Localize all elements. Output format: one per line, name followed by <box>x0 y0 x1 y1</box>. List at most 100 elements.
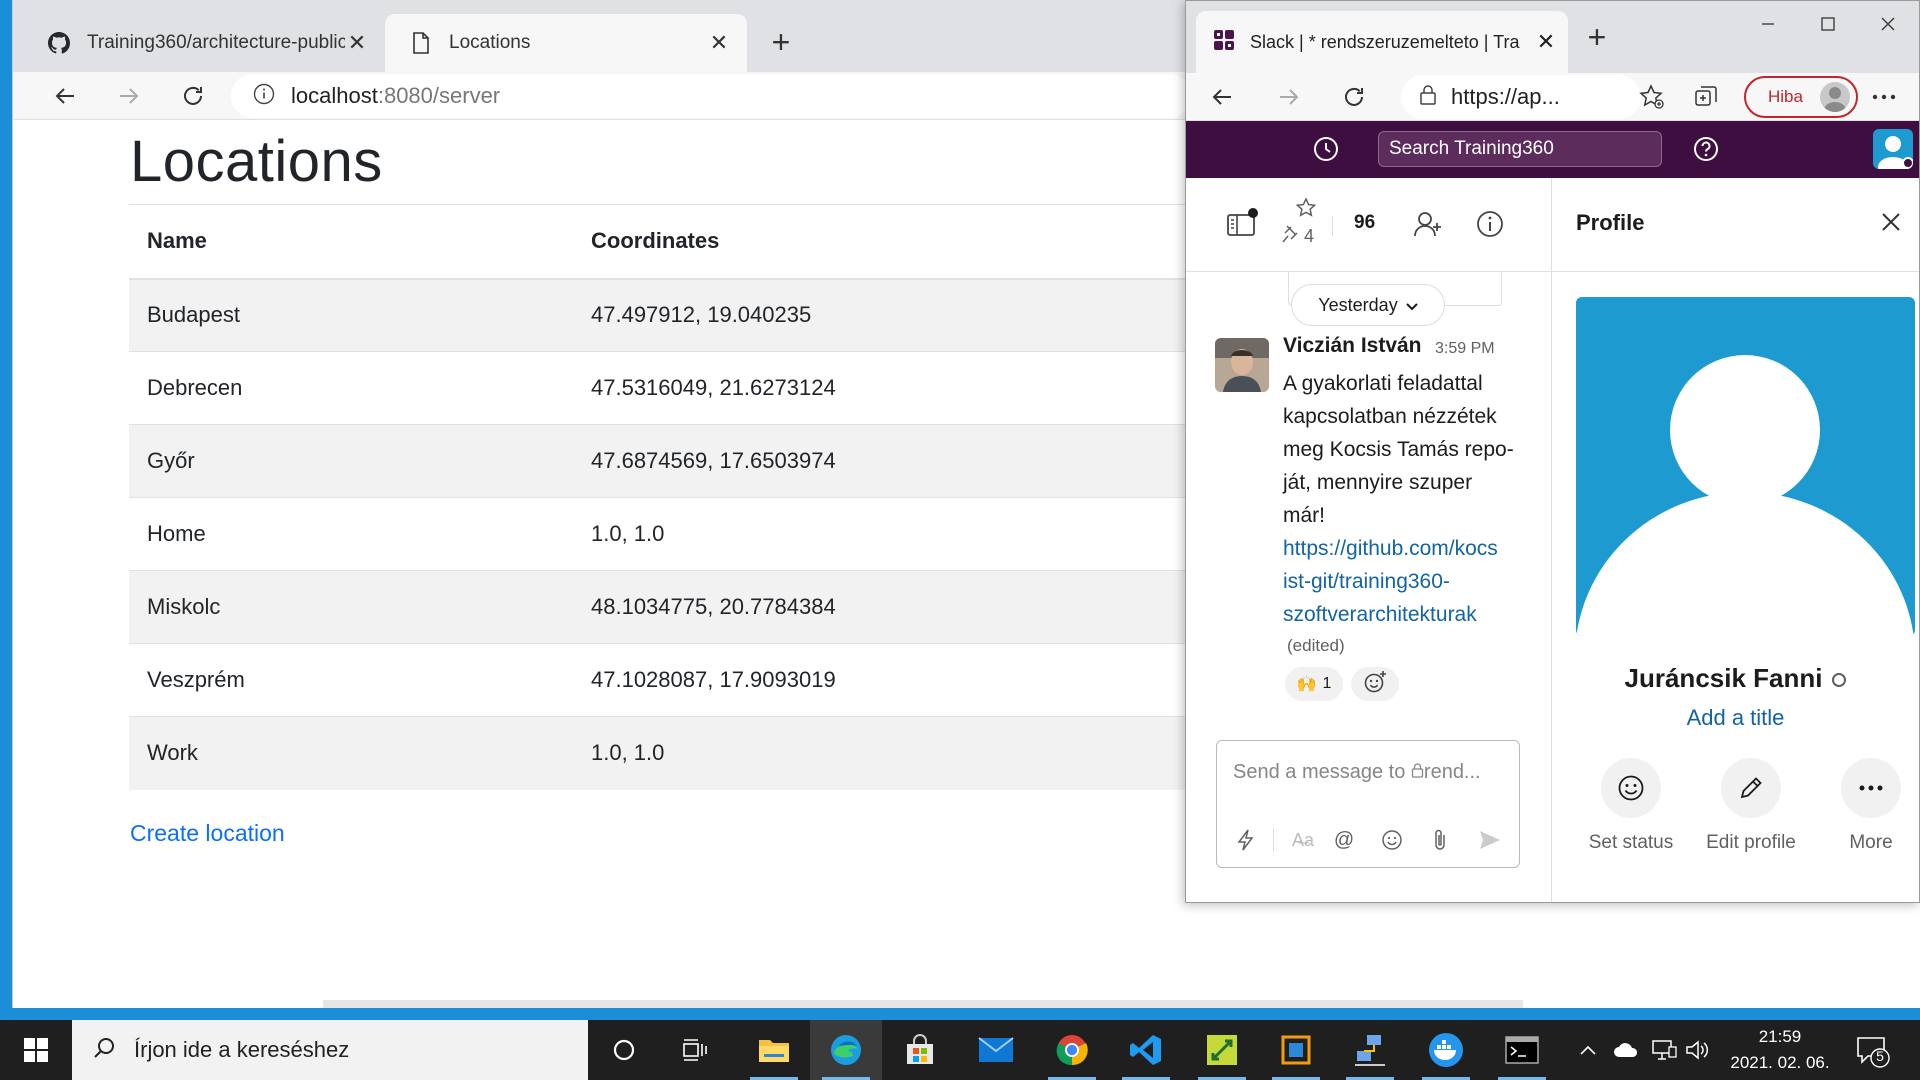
more-actions-button[interactable]: More <box>1816 758 1920 854</box>
slack-logo-icon <box>1212 28 1236 57</box>
refresh-icon[interactable] <box>1336 79 1372 115</box>
vscode-icon[interactable] <box>1110 1020 1182 1080</box>
message-link[interactable]: szoftverarchitekturak <box>1283 598 1545 631</box>
github-icon <box>47 31 71 55</box>
message-link[interactable]: https://github.com/kocs <box>1283 532 1545 565</box>
table-row: Work 1.0, 1.0 <box>129 716 1189 790</box>
taskbar-clock[interactable]: 21:59 2021. 02. 06. <box>1710 1020 1850 1080</box>
location-name: Home <box>129 497 573 571</box>
add-member-icon[interactable] <box>1410 206 1446 242</box>
edit-profile-button[interactable]: Edit profile <box>1696 758 1806 854</box>
back-arrow-icon[interactable] <box>1204 79 1240 115</box>
add-title-link[interactable]: Add a title <box>1552 705 1919 731</box>
message-author-avatar[interactable] <box>1215 338 1269 392</box>
profile-error-button[interactable]: Hiba <box>1744 76 1858 118</box>
refresh-icon[interactable] <box>175 78 211 114</box>
create-location-link[interactable]: Create location <box>130 820 285 847</box>
add-reaction-button[interactable] <box>1351 667 1399 701</box>
help-icon[interactable] <box>1688 131 1724 167</box>
chrome-icon[interactable] <box>1036 1020 1108 1080</box>
star-icon[interactable] <box>1295 197 1317 223</box>
volume-icon[interactable] <box>1682 1020 1712 1080</box>
terminal-icon[interactable] <box>1486 1020 1558 1080</box>
task-view-icon[interactable] <box>660 1020 732 1080</box>
close-icon[interactable]: ✕ <box>707 30 731 55</box>
edit-profile-label: Edit profile <box>1706 832 1796 853</box>
pencil-icon <box>1721 758 1781 818</box>
history-clock-icon[interactable] <box>1308 131 1344 167</box>
emoji-icon[interactable] <box>1375 823 1409 857</box>
forward-arrow-icon[interactable] <box>1271 79 1307 115</box>
show-hidden-icons-chevron-icon[interactable] <box>1570 1020 1606 1080</box>
tab-title: Slack | * rendszeruzemelteto | Tra <box>1250 31 1520 52</box>
tab-github[interactable]: Training360/architecture-public ✕ <box>23 14 385 72</box>
message-list: Yesterday Viczián István 3:59 PM A gyako… <box>1186 272 1551 732</box>
close-icon[interactable]: ✕ <box>345 30 369 55</box>
docker-icon[interactable] <box>1410 1020 1482 1080</box>
network-icon[interactable] <box>1646 1020 1682 1080</box>
more-menu-icon[interactable] <box>1866 79 1902 115</box>
collections-icon[interactable] <box>1688 79 1724 115</box>
message-text-line: már! <box>1283 504 1325 527</box>
mail-icon[interactable] <box>960 1020 1032 1080</box>
location-name: Budapest <box>129 278 573 352</box>
network-tool-icon[interactable] <box>1334 1020 1406 1080</box>
formatting-icon[interactable]: A̶a <box>1283 823 1323 857</box>
location-coords: 47.1028087, 17.9093019 <box>573 643 1189 717</box>
set-status-button[interactable]: Set status <box>1576 758 1686 854</box>
tab-slack[interactable]: Slack | * rendszeruzemelteto | Tra ✕ <box>1196 11 1568 73</box>
horizontal-scrollbar[interactable] <box>323 1000 1523 1008</box>
back-arrow-icon[interactable] <box>47 78 83 114</box>
send-icon[interactable] <box>1473 823 1507 857</box>
smile-icon <box>1601 758 1661 818</box>
new-tab-plus-icon[interactable]: + <box>761 22 801 62</box>
date-divider[interactable]: Yesterday <box>1291 284 1445 326</box>
tab-locations[interactable]: Locations ✕ <box>385 14 747 72</box>
maximize-icon[interactable] <box>1798 9 1858 39</box>
column-header-name: Name <box>129 204 573 280</box>
forward-arrow-icon[interactable] <box>111 78 147 114</box>
pinned-items[interactable]: 4 <box>1282 197 1330 252</box>
table-row: Győr 47.6874569, 17.6503974 <box>129 424 1189 498</box>
start-button[interactable] <box>0 1020 72 1080</box>
shortcuts-lightning-icon[interactable] <box>1229 823 1263 857</box>
slack-browser-window: Slack | * rendszeruzemelteto | Tra ✕ + h… <box>1185 0 1920 903</box>
more-label: More <box>1849 832 1893 853</box>
column-header-coordinates: Coordinates <box>573 204 1189 280</box>
reaction-pill[interactable]: 🙌 1 <box>1285 667 1343 701</box>
tab-title: Locations <box>449 32 531 53</box>
close-icon[interactable] <box>1875 206 1907 238</box>
onedrive-cloud-icon[interactable] <box>1608 1020 1644 1080</box>
cortana-icon[interactable] <box>588 1020 660 1080</box>
add-favorite-icon[interactable] <box>1634 79 1670 115</box>
microsoft-store-icon[interactable] <box>884 1020 956 1080</box>
member-count[interactable]: 96 <box>1354 212 1375 234</box>
mention-icon[interactable]: @ <box>1327 823 1361 857</box>
message-link[interactable]: ist-git/training360- <box>1283 565 1545 598</box>
close-icon[interactable]: ✕ <box>1534 29 1558 55</box>
remote-tool-icon[interactable] <box>1186 1020 1258 1080</box>
address-bar[interactable]: localhost:8080/server <box>231 74 1191 118</box>
action-center-button[interactable]: 5 <box>1852 1030 1892 1070</box>
message-author[interactable]: Viczián István <box>1283 334 1422 358</box>
minimize-icon[interactable] <box>1738 9 1798 39</box>
message-composer[interactable]: Send a message to rend... A̶a @ <box>1216 740 1520 868</box>
info-icon[interactable] <box>253 83 275 110</box>
close-window-icon[interactable] <box>1858 9 1918 39</box>
attachment-icon[interactable] <box>1423 823 1457 857</box>
location-coords: 48.1034775, 20.7784384 <box>573 570 1189 644</box>
user-avatar[interactable] <box>1873 129 1913 169</box>
new-tab-plus-icon[interactable]: + <box>1579 19 1615 55</box>
file-explorer-icon[interactable] <box>738 1020 810 1080</box>
info-icon[interactable] <box>1472 206 1508 242</box>
taskbar-search-box[interactable]: Írjon ide a kereséshez <box>72 1020 588 1080</box>
date-divider-label: Yesterday <box>1318 294 1398 315</box>
address-bar[interactable]: https://ap... <box>1401 75 1641 119</box>
slack-search-input[interactable]: Search Training360 <box>1378 131 1662 167</box>
message-timestamp[interactable]: 3:59 PM <box>1435 340 1495 358</box>
virtualbox-icon[interactable] <box>1260 1020 1332 1080</box>
lock-icon[interactable] <box>1419 84 1437 111</box>
location-coords: 47.6874569, 17.6503974 <box>573 424 1189 498</box>
sidebar-toggle-icon[interactable] <box>1224 206 1260 242</box>
edge-browser-icon[interactable] <box>810 1020 882 1080</box>
